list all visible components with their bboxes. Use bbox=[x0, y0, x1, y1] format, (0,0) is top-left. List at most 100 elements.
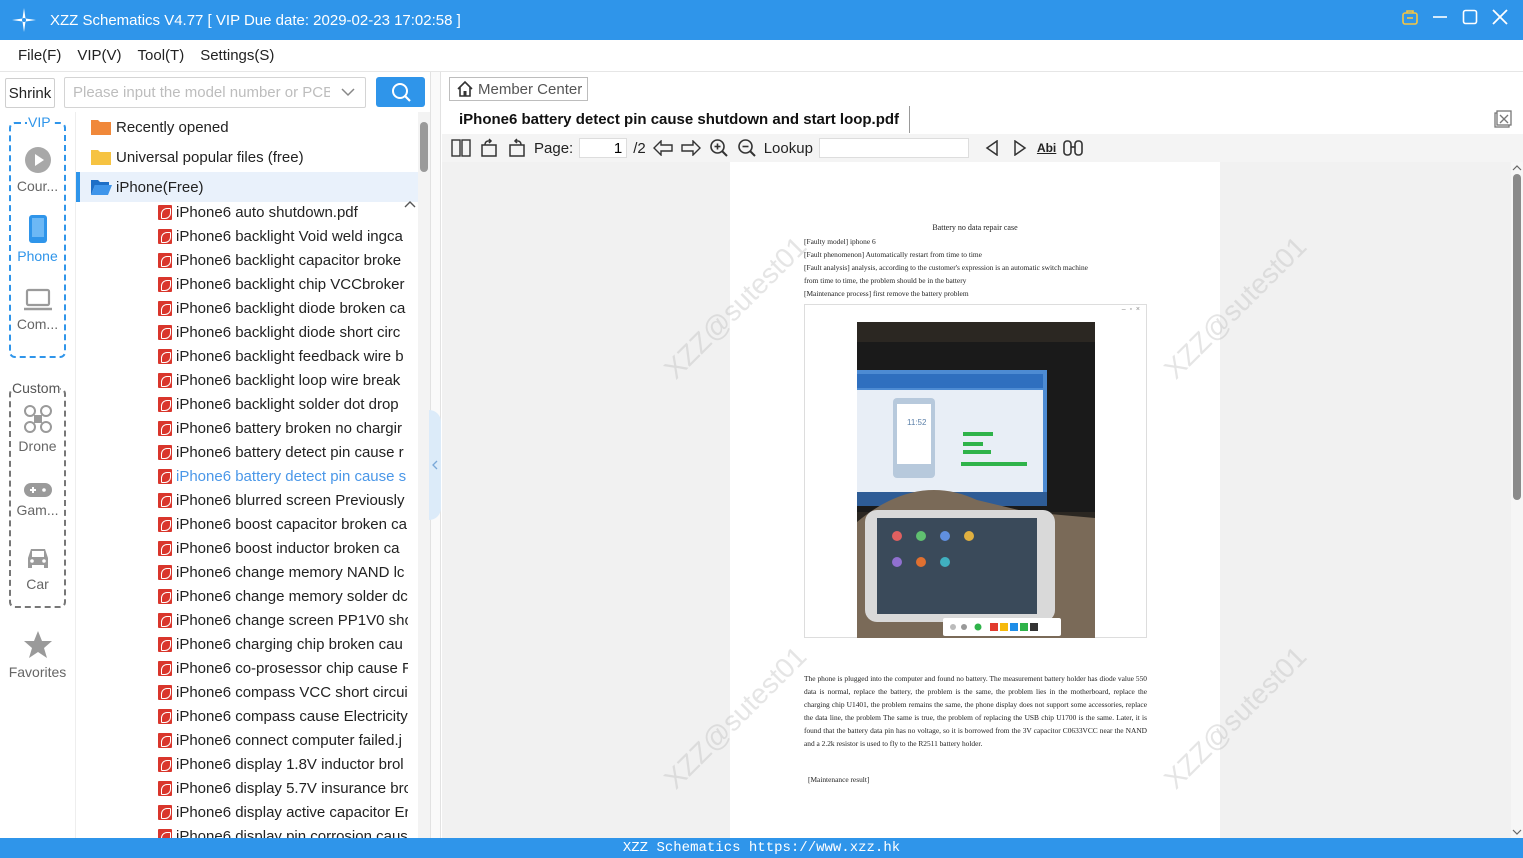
file-label: iPhone6 display active capacitor Er bbox=[176, 803, 408, 821]
match-case-icon[interactable]: Abi bbox=[1037, 141, 1056, 155]
file-item[interactable]: iPhone6 connect computer failed.j bbox=[76, 728, 408, 752]
tree-scrollbar-thumb[interactable] bbox=[420, 122, 428, 172]
file-item[interactable]: iPhone6 backlight capacitor broke bbox=[76, 248, 408, 272]
file-item[interactable]: iPhone6 change memory NAND lc bbox=[76, 560, 408, 584]
zoom-out-icon[interactable] bbox=[736, 137, 758, 159]
file-item[interactable]: iPhone6 boost inductor broken ca bbox=[76, 536, 408, 560]
file-item[interactable]: iPhone6 charging chip broken cau bbox=[76, 632, 408, 656]
file-item[interactable]: iPhone6 backlight chip VCCbroker bbox=[76, 272, 408, 296]
prev-page-icon[interactable] bbox=[652, 137, 674, 159]
doc-paragraph: The phone is plugged into the computer a… bbox=[804, 674, 1147, 748]
vip-bag-icon[interactable] bbox=[1401, 8, 1419, 26]
app-logo-icon bbox=[12, 8, 36, 32]
file-item[interactable]: iPhone6 battery broken no chargir bbox=[76, 416, 408, 440]
car-icon bbox=[27, 549, 48, 568]
file-label: iPhone6 blurred screen Previously bbox=[176, 491, 405, 509]
file-item[interactable]: iPhone6 co-prosessor chip cause R bbox=[76, 656, 408, 680]
file-item[interactable]: iPhone6 backlight loop wire break bbox=[76, 368, 408, 392]
file-label: iPhone6 connect computer failed.j bbox=[176, 731, 402, 749]
file-item[interactable]: iPhone6 backlight diode short circ bbox=[76, 320, 408, 344]
pdf-viewer[interactable]: Battery no data repair case [Faulty mode… bbox=[442, 162, 1511, 838]
file-label: iPhone6 auto shutdown.pdf bbox=[176, 203, 358, 221]
file-item[interactable]: iPhone6 backlight solder dot drop bbox=[76, 392, 408, 416]
menu-bar: File(F) VIP(V) Tool(T) Settings(S) bbox=[0, 40, 1523, 72]
pdf-icon bbox=[158, 444, 172, 460]
viewer-scrollbar[interactable] bbox=[1511, 162, 1523, 838]
file-item[interactable]: iPhone6 battery detect pin cause s bbox=[76, 464, 408, 488]
maximize-icon[interactable] bbox=[1461, 8, 1479, 26]
menu-file[interactable]: File(F) bbox=[18, 47, 61, 64]
lookup-input[interactable] bbox=[818, 138, 969, 158]
vip-group-label: VIP bbox=[27, 114, 52, 130]
category-label: Favorites bbox=[8, 664, 67, 680]
scroll-down-icon[interactable] bbox=[1512, 828, 1522, 836]
search-input[interactable] bbox=[65, 78, 330, 107]
file-item[interactable]: iPhone6 display 5.7V insurance brc bbox=[76, 776, 408, 800]
member-center-button[interactable]: Member Center bbox=[449, 77, 588, 101]
file-label: iPhone6 change screen PP1V0 sho bbox=[176, 611, 408, 629]
binoculars-icon[interactable] bbox=[1062, 137, 1084, 159]
status-footer: XZZ Schematics https://www.xzz.hk bbox=[0, 838, 1523, 858]
search-button[interactable] bbox=[376, 77, 425, 107]
home-icon bbox=[457, 80, 473, 97]
category-phone[interactable]: Phone bbox=[0, 214, 75, 264]
file-label: iPhone6 battery detect pin cause s bbox=[176, 467, 407, 485]
menu-vip[interactable]: VIP(V) bbox=[77, 47, 121, 64]
minimize-icon[interactable] bbox=[1431, 8, 1449, 26]
pdf-icon bbox=[158, 492, 172, 508]
two-page-view-icon[interactable] bbox=[450, 137, 472, 159]
next-page-icon[interactable] bbox=[680, 137, 702, 159]
file-item[interactable]: iPhone6 blurred screen Previously bbox=[76, 488, 408, 512]
category-courses[interactable]: Cour... bbox=[0, 146, 75, 194]
panel-splitter[interactable] bbox=[429, 72, 441, 838]
viewer-scrollbar-thumb[interactable] bbox=[1513, 174, 1521, 500]
category-drone[interactable]: Drone bbox=[0, 404, 75, 454]
category-game[interactable]: Gam... bbox=[0, 482, 75, 518]
file-item[interactable]: iPhone6 boost capacitor broken ca bbox=[76, 512, 408, 536]
pdf-icon bbox=[158, 612, 172, 628]
folder-universal-popular[interactable]: Universal popular files (free) bbox=[76, 142, 418, 172]
rotate-left-icon[interactable] bbox=[478, 137, 500, 159]
file-item[interactable]: iPhone6 backlight Void weld ingca bbox=[76, 224, 408, 248]
file-item[interactable]: iPhone6 backlight diode broken ca bbox=[76, 296, 408, 320]
file-item[interactable]: iPhone6 compass VCC short circuit bbox=[76, 680, 408, 704]
file-item[interactable]: iPhone6 battery detect pin cause r bbox=[76, 440, 408, 464]
document-tab[interactable]: iPhone6 battery detect pin cause shutdow… bbox=[449, 106, 911, 133]
category-car[interactable]: Car bbox=[0, 546, 75, 592]
pdf-icon bbox=[158, 300, 172, 316]
pdf-icon bbox=[158, 732, 172, 748]
close-icon[interactable] bbox=[1491, 8, 1509, 26]
menu-settings[interactable]: Settings(S) bbox=[200, 47, 274, 64]
file-item[interactable]: iPhone6 compass cause Electricity bbox=[76, 704, 408, 728]
find-prev-icon[interactable] bbox=[981, 137, 1003, 159]
splitter-handle[interactable] bbox=[429, 410, 441, 520]
category-label: Drone bbox=[18, 438, 57, 454]
scroll-up-icon[interactable] bbox=[1512, 164, 1522, 172]
find-next-icon[interactable] bbox=[1009, 137, 1031, 159]
pdf-icon bbox=[158, 588, 172, 604]
menu-tool[interactable]: Tool(T) bbox=[138, 47, 185, 64]
zoom-in-icon[interactable] bbox=[708, 137, 730, 159]
shrink-button[interactable]: Shrink bbox=[5, 78, 55, 108]
rotate-right-icon[interactable] bbox=[506, 137, 528, 159]
file-item[interactable]: iPhone6 change screen PP1V0 sho bbox=[76, 608, 408, 632]
category-favorites[interactable]: Favorites bbox=[0, 630, 75, 680]
folder-recently-opened[interactable]: Recently opened bbox=[76, 112, 418, 142]
file-item[interactable]: iPhone6 change memory solder dc bbox=[76, 584, 408, 608]
file-item[interactable]: iPhone6 backlight feedback wire b bbox=[76, 344, 408, 368]
page-label: Page: bbox=[534, 139, 574, 157]
chevron-down-icon[interactable] bbox=[341, 86, 355, 98]
file-item[interactable]: iPhone6 display 1.8V inductor brol bbox=[76, 752, 408, 776]
category-computer[interactable]: Com... bbox=[0, 288, 75, 332]
doc-title: Battery no data repair case bbox=[932, 223, 1018, 232]
file-item[interactable]: iPhone6 display pin corrosion caus bbox=[76, 824, 408, 838]
close-tab-icon[interactable] bbox=[1494, 110, 1512, 128]
pdf-toolbar: Page: /2 Lookup Abi bbox=[442, 134, 1523, 162]
search-icon bbox=[391, 83, 411, 102]
file-item[interactable]: iPhone6 display active capacitor Er bbox=[76, 800, 408, 824]
folder-iphone-free[interactable]: iPhone(Free) bbox=[76, 172, 418, 202]
file-item[interactable]: iPhone6 auto shutdown.pdf bbox=[76, 200, 408, 224]
collapse-up-icon[interactable] bbox=[404, 200, 416, 208]
model-search-box[interactable] bbox=[64, 77, 366, 108]
page-number-input[interactable] bbox=[579, 138, 628, 158]
